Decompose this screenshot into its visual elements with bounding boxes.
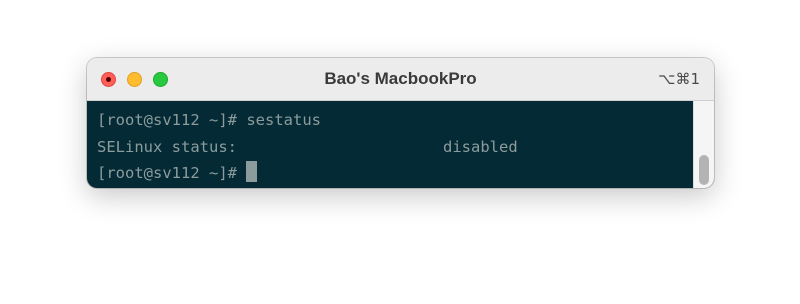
- shell-prompt: [root@sv112 ~]#: [97, 111, 237, 129]
- shell-prompt: [root@sv112 ~]#: [97, 164, 237, 182]
- terminal-output[interactable]: [root@sv112 ~]# sestatus SELinux status:…: [87, 101, 714, 188]
- title-bar[interactable]: Bao's MacbookPro ⌥⌘1: [87, 58, 714, 101]
- status-label: SELinux status:: [97, 138, 237, 156]
- window-shortcut: ⌥⌘1: [658, 70, 700, 88]
- terminal-line: [root@sv112 ~]#: [97, 160, 257, 186]
- terminal-line: SELinux status: disabled: [97, 134, 518, 160]
- shell-command: sestatus: [246, 111, 321, 129]
- status-value: disabled: [443, 138, 518, 156]
- scrollbar-track[interactable]: [693, 101, 714, 188]
- text-cursor: [245, 161, 257, 182]
- terminal-window: Bao's MacbookPro ⌥⌘1 [root@sv112 ~]# ses…: [87, 58, 714, 188]
- scrollbar-thumb[interactable]: [699, 155, 709, 185]
- terminal-line: [root@sv112 ~]# sestatus: [97, 107, 321, 133]
- window-title: Bao's MacbookPro: [324, 69, 477, 88]
